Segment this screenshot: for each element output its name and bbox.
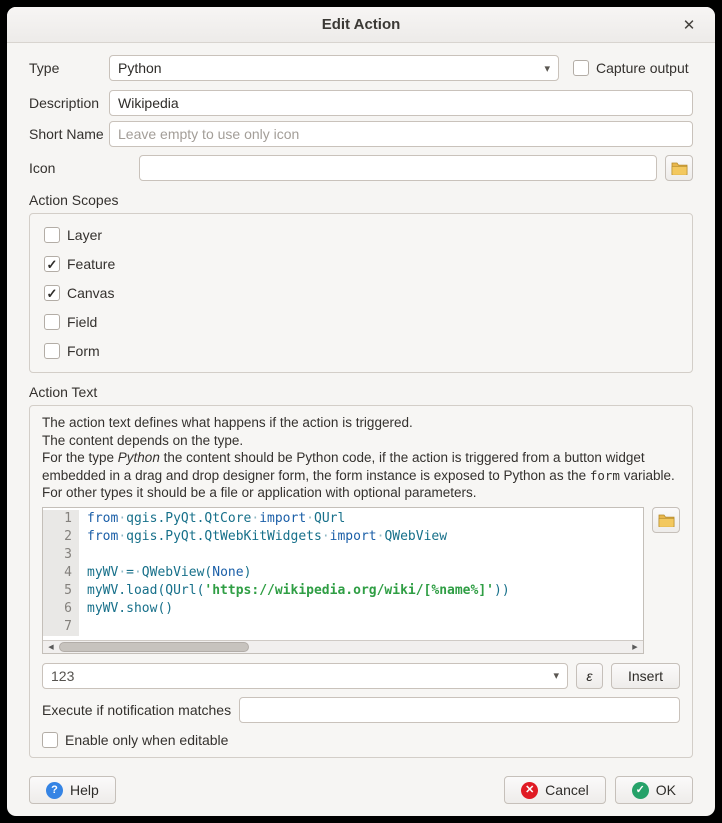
help-label: Help [70,782,99,798]
chevron-down-icon: ▾ [547,669,559,682]
dialog: Edit Action ✕ Type Python ▾ ✓ Capture ou… [7,7,715,816]
close-icon[interactable]: ✕ [677,13,701,37]
action-text-title: Action Text [29,384,693,400]
code-line: 4myWV·=·QWebView(None) [43,564,643,582]
scope-label-form: Form [67,343,100,359]
code-browse-button[interactable] [652,507,680,533]
scope-label-field: Field [67,314,97,330]
cancel-label: Cancel [545,782,589,798]
capture-output-box: ✓ [573,60,589,76]
icon-browse-button[interactable] [665,155,693,181]
icon-row: Icon [29,155,693,181]
action-text-group: The action text defines what happens if … [29,405,693,758]
scope-label-feature: Feature [67,256,115,272]
code-horizontal-scrollbar[interactable]: ◀ ▶ [43,640,643,653]
insert-button[interactable]: Insert [611,663,680,689]
action-scopes-group: ✓ Layer ✓ Feature ✓ Canvas ✓ Field ✓ F [29,213,693,373]
code-line: 3 [43,546,643,564]
insert-row: 123 ▾ ε Insert [42,663,680,689]
action-text-description: The action text defines what happens if … [42,414,680,502]
icon-label: Icon [29,160,139,176]
chevron-down-icon: ▾ [538,62,550,75]
short-name-input[interactable] [109,121,693,147]
dialog-title: Edit Action [322,16,401,33]
expression-builder-button[interactable]: ε [576,663,603,689]
code-editor[interactable]: 1from·qgis.PyQt.QtCore·import·QUrl2from·… [42,507,644,654]
code-line: 6myWV.show() [43,600,643,618]
footer: ? Help ✕ Cancel ✓ OK [7,767,715,816]
scope-checkbox-canvas[interactable]: ✓ Canvas [44,282,678,304]
code-area: 1from·qgis.PyQt.QtCore·import·QUrl2from·… [42,507,680,654]
help-icon: ? [46,782,63,799]
scope-label-canvas: Canvas [67,285,114,301]
description-label: Description [29,95,109,111]
enable-editable-checkbox[interactable]: ✓ Enable only when editable [42,732,680,748]
action-scopes-title: Action Scopes [29,192,693,208]
scope-checkbox-field[interactable]: ✓ Field [44,311,678,333]
description-row: Description [29,90,693,116]
type-label: Type [29,60,109,76]
variable-value: 123 [51,668,547,684]
code-line: 7 [43,618,643,636]
ok-label: OK [656,782,676,798]
capture-output-label: Capture output [596,60,689,76]
icon-path-input[interactable] [139,155,657,181]
scope-checkbox-layer[interactable]: ✓ Layer [44,224,678,246]
description-input[interactable] [109,90,693,116]
folder-icon [658,513,675,527]
short-name-label: Short Name [29,126,109,142]
type-value: Python [118,60,538,76]
type-row: Type Python ▾ ✓ Capture output [29,55,693,81]
code-line: 2from·qgis.PyQt.QtWebKitWidgets·import·Q… [43,528,643,546]
notification-input[interactable] [239,697,680,723]
code-line: 5myWV.load(QUrl('https://wikipedia.org/w… [43,582,643,600]
check-icon: ✓ [47,287,58,300]
enable-editable-label: Enable only when editable [65,732,228,748]
scope-checkbox-feature[interactable]: ✓ Feature [44,253,678,275]
scope-label-layer: Layer [67,227,102,243]
cancel-button[interactable]: ✕ Cancel [504,776,606,804]
scroll-left-icon[interactable]: ◀ [43,641,59,653]
scrollbar-thumb[interactable] [59,642,249,652]
variable-select[interactable]: 123 ▾ [42,663,568,689]
notification-label: Execute if notification matches [42,702,231,718]
edit-action-dialog: Edit Action ✕ Type Python ▾ ✓ Capture ou… [0,0,722,823]
scope-checkbox-form[interactable]: ✓ Form [44,340,678,362]
notification-row: Execute if notification matches [42,697,680,723]
code-line: 1from·qgis.PyQt.QtCore·import·QUrl [43,510,643,528]
short-name-row: Short Name [29,121,693,147]
check-icon: ✓ [47,258,58,271]
cancel-icon: ✕ [521,782,538,799]
ok-button[interactable]: ✓ OK [615,776,693,804]
scroll-right-icon[interactable]: ▶ [627,641,643,653]
capture-output-checkbox[interactable]: ✓ Capture output [573,60,689,76]
ok-icon: ✓ [632,782,649,799]
titlebar[interactable]: Edit Action ✕ [7,7,715,43]
dialog-content: Type Python ▾ ✓ Capture output Descripti… [7,43,715,767]
folder-icon [671,161,688,175]
scrollbar-track[interactable] [59,641,627,653]
code-lines[interactable]: 1from·qgis.PyQt.QtCore·import·QUrl2from·… [43,508,643,640]
type-select[interactable]: Python ▾ [109,55,559,81]
help-button[interactable]: ? Help [29,776,116,804]
